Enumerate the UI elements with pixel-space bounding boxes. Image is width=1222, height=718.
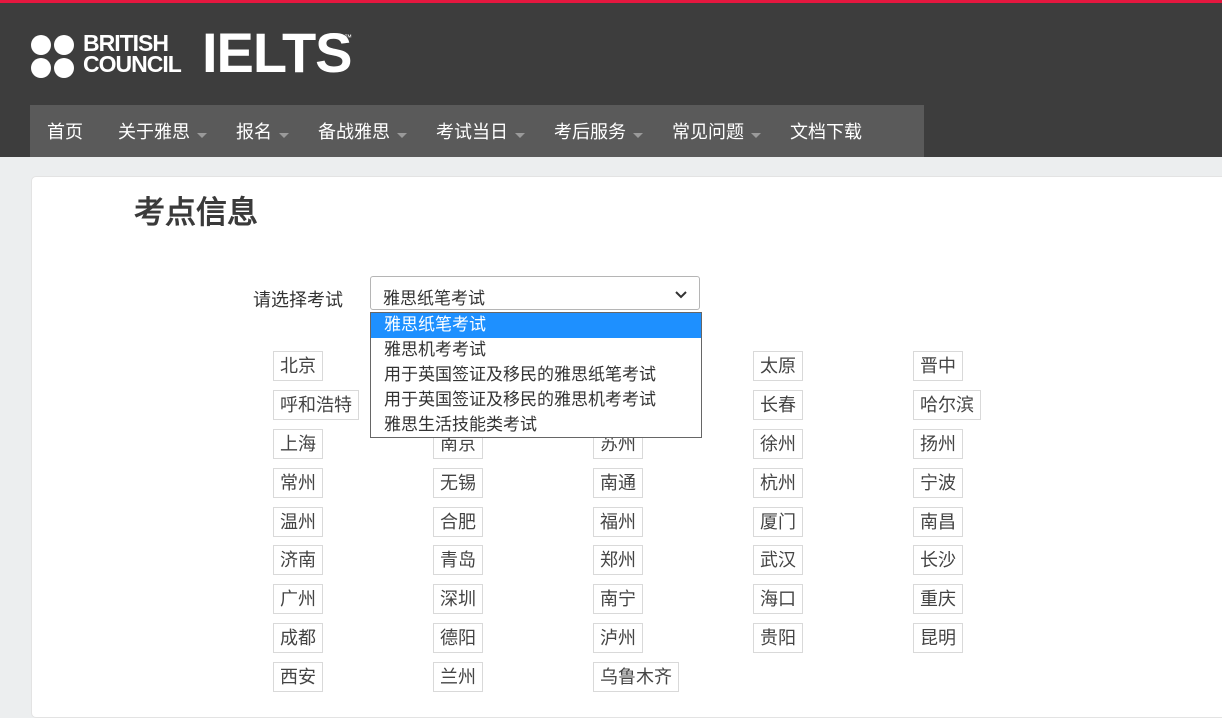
city-link[interactable]: 贵阳 (753, 623, 803, 653)
nav-item-5[interactable]: 考后服务 (537, 105, 655, 157)
city-link[interactable]: 呼和浩特 (273, 390, 359, 420)
city-link[interactable]: 昆明 (913, 623, 963, 653)
caret-down-icon (633, 132, 643, 138)
city-link[interactable]: 南宁 (593, 584, 643, 614)
caret-down-icon (279, 132, 289, 138)
nav-item-label: 报名 (236, 122, 272, 143)
nav-item-label: 考后服务 (554, 122, 626, 143)
nav-item-label: 文档下载 (790, 122, 862, 143)
city-link[interactable]: 德阳 (433, 623, 483, 653)
city-link[interactable]: 武汉 (753, 545, 803, 575)
city-link[interactable]: 温州 (273, 507, 323, 537)
nav-item-1[interactable]: 关于雅思 (101, 105, 219, 157)
city-link[interactable]: 南昌 (913, 507, 963, 537)
nav-item-4[interactable]: 考试当日 (419, 105, 537, 157)
city-link[interactable]: 北京 (273, 351, 323, 381)
city-link[interactable]: 福州 (593, 507, 643, 537)
caret-down-icon (397, 132, 407, 138)
nav-item-label: 关于雅思 (118, 122, 190, 143)
city-link[interactable]: 泸州 (593, 623, 643, 653)
city-link[interactable]: 宁波 (913, 468, 963, 498)
trademark-symbol: ™ (344, 33, 352, 42)
nav-item-3[interactable]: 备战雅思 (301, 105, 419, 157)
city-link[interactable]: 重庆 (913, 584, 963, 614)
exam-option[interactable]: 雅思机考考试 (371, 338, 701, 363)
exam-option[interactable]: 用于英国签证及移民的雅思纸笔考试 (371, 363, 701, 388)
city-link[interactable]: 无锡 (433, 468, 483, 498)
exam-select-dropdown: 雅思纸笔考试 雅思机考考试 用于英国签证及移民的雅思纸笔考试 用于英国签证及移民的雅思… (370, 312, 702, 438)
nav-item-7[interactable]: 文档下载 (773, 105, 879, 157)
city-link[interactable]: 青岛 (433, 545, 483, 575)
nav-item-0[interactable]: 首页 (30, 105, 101, 157)
city-link[interactable]: 长春 (753, 390, 803, 420)
city-link[interactable]: 长沙 (913, 545, 963, 575)
nav-item-label: 首页 (47, 122, 83, 143)
nav-item-label: 常见问题 (672, 122, 744, 143)
exam-select-label: 请选择考试 (253, 290, 343, 311)
city-link[interactable]: 常州 (273, 468, 323, 498)
city-link[interactable]: 厦门 (753, 507, 803, 537)
city-link[interactable]: 太原 (753, 351, 803, 381)
caret-down-icon (515, 132, 525, 138)
city-link[interactable]: 杭州 (753, 468, 803, 498)
site-header: BRITISH COUNCIL IELTS ™ 首页 关于雅思 报名 备战雅思 考试当日… (0, 3, 1222, 157)
main-nav: 首页 关于雅思 报名 备战雅思 考试当日 考后服务 常见问题 文档下载 (30, 105, 924, 157)
exam-option[interactable]: 用于英国签证及移民的雅思机考考试 (371, 388, 701, 413)
nav-item-label: 考试当日 (436, 122, 508, 143)
british-council-wordmark: BRITISH COUNCIL (83, 30, 182, 77)
city-link[interactable]: 上海 (273, 429, 323, 459)
city-link[interactable]: 成都 (273, 623, 323, 653)
nav-item-label: 备战雅思 (318, 122, 390, 143)
city-link[interactable]: 郑州 (593, 545, 643, 575)
city-link[interactable]: 徐州 (753, 429, 803, 459)
caret-down-icon (751, 132, 761, 138)
city-link[interactable]: 南通 (593, 468, 643, 498)
city-link[interactable]: 哈尔滨 (913, 390, 981, 420)
nav-item-2[interactable]: 报名 (219, 105, 301, 157)
city-link[interactable]: 扬州 (913, 429, 963, 459)
city-link[interactable]: 晋中 (913, 351, 963, 381)
chevron-down-icon (675, 291, 687, 299)
exam-select-value: 雅思纸笔考试 (383, 289, 485, 309)
city-link[interactable]: 海口 (753, 584, 803, 614)
exam-select[interactable]: 雅思纸笔考试 (370, 276, 700, 310)
city-link[interactable]: 兰州 (433, 662, 483, 692)
city-link[interactable]: 西安 (273, 662, 323, 692)
city-link[interactable]: 济南 (273, 545, 323, 575)
british-council-dots-icon (31, 35, 77, 79)
nav-item-6[interactable]: 常见问题 (655, 105, 773, 157)
city-link[interactable]: 合肥 (433, 507, 483, 537)
ielts-wordmark: IELTS (202, 21, 353, 84)
exam-option[interactable]: 雅思生活技能类考试 (371, 413, 701, 438)
exam-option[interactable]: 雅思纸笔考试 (371, 313, 701, 338)
caret-down-icon (197, 132, 207, 138)
city-link[interactable]: 乌鲁木齐 (593, 662, 679, 692)
city-link[interactable]: 广州 (273, 584, 323, 614)
page-title: 考点信息 (134, 195, 258, 231)
city-link[interactable]: 深圳 (433, 584, 483, 614)
